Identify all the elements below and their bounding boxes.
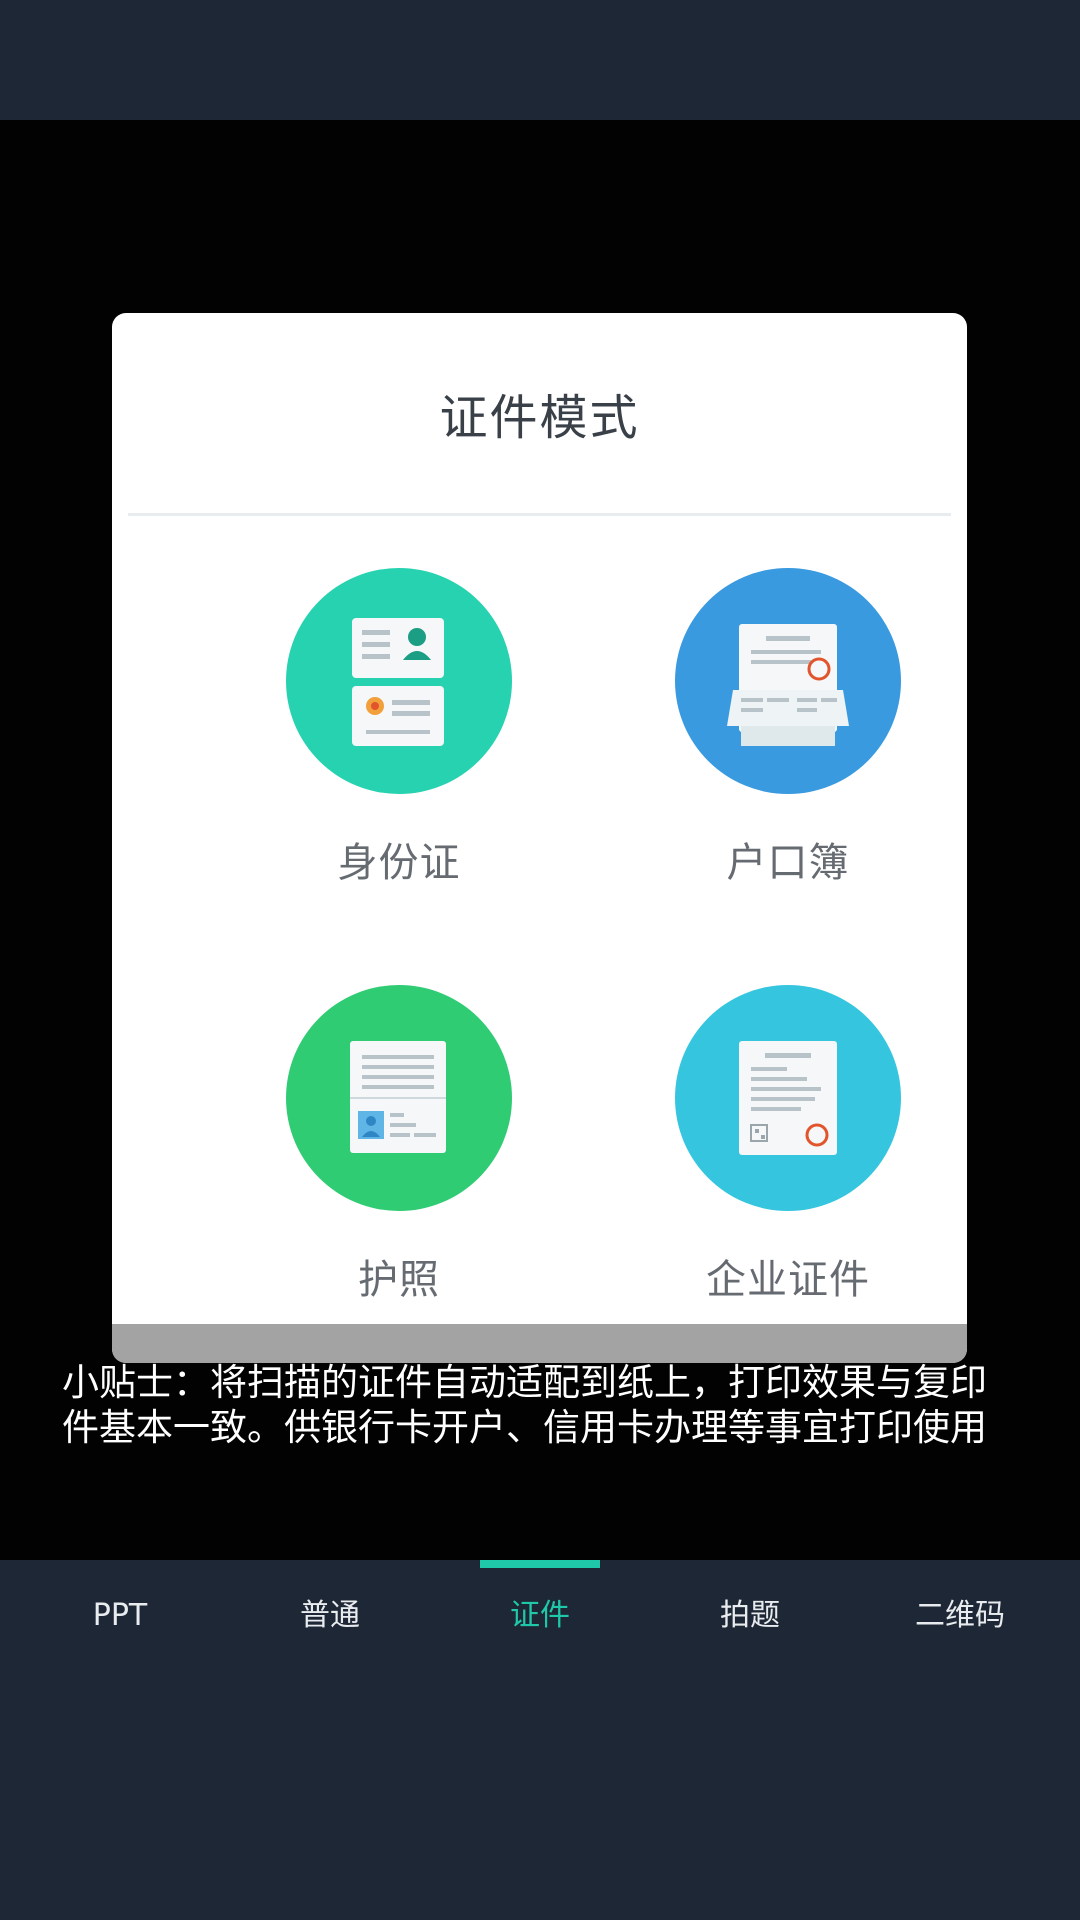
mode-label: 户口簿 — [726, 840, 850, 886]
mode-label: 身份证 — [337, 840, 461, 886]
mode-label: 企业证件 — [706, 1257, 870, 1303]
document-mode-dialog: 证件模式 身份证 户口簿 护照 企业证件 — [112, 313, 967, 1363]
id-card-icon — [286, 568, 512, 794]
business-license-icon — [675, 985, 901, 1211]
tip-text: 小贴士：将扫描的证件自动适配到纸上，打印效果与复印件基本一致。供银行卡开户、信用… — [62, 1361, 987, 1449]
active-tab-indicator — [480, 1560, 600, 1568]
dialog-footer-bar — [112, 1324, 967, 1363]
dialog-divider — [128, 513, 951, 516]
tab-qrcode[interactable]: 二维码 — [860, 1588, 1060, 1644]
mode-passport[interactable]: 护照 — [234, 985, 564, 1325]
mode-tab-bar: PPT 普通 证件 拍题 二维码 — [0, 1560, 1080, 1920]
mode-id-card[interactable]: 身份证 — [234, 568, 564, 908]
tab-ppt[interactable]: PPT — [20, 1588, 220, 1644]
mode-household-register[interactable]: 户口簿 — [623, 568, 953, 908]
mode-label: 护照 — [358, 1257, 440, 1303]
top-status-area — [0, 0, 1080, 120]
tab-document[interactable]: 证件 — [440, 1588, 640, 1644]
tab-normal[interactable]: 普通 — [230, 1588, 430, 1644]
dialog-title: 证件模式 — [439, 390, 640, 446]
tab-question[interactable]: 拍题 — [650, 1588, 850, 1644]
passport-icon — [286, 985, 512, 1211]
household-register-icon — [675, 568, 901, 794]
mode-business-license[interactable]: 企业证件 — [623, 985, 953, 1325]
